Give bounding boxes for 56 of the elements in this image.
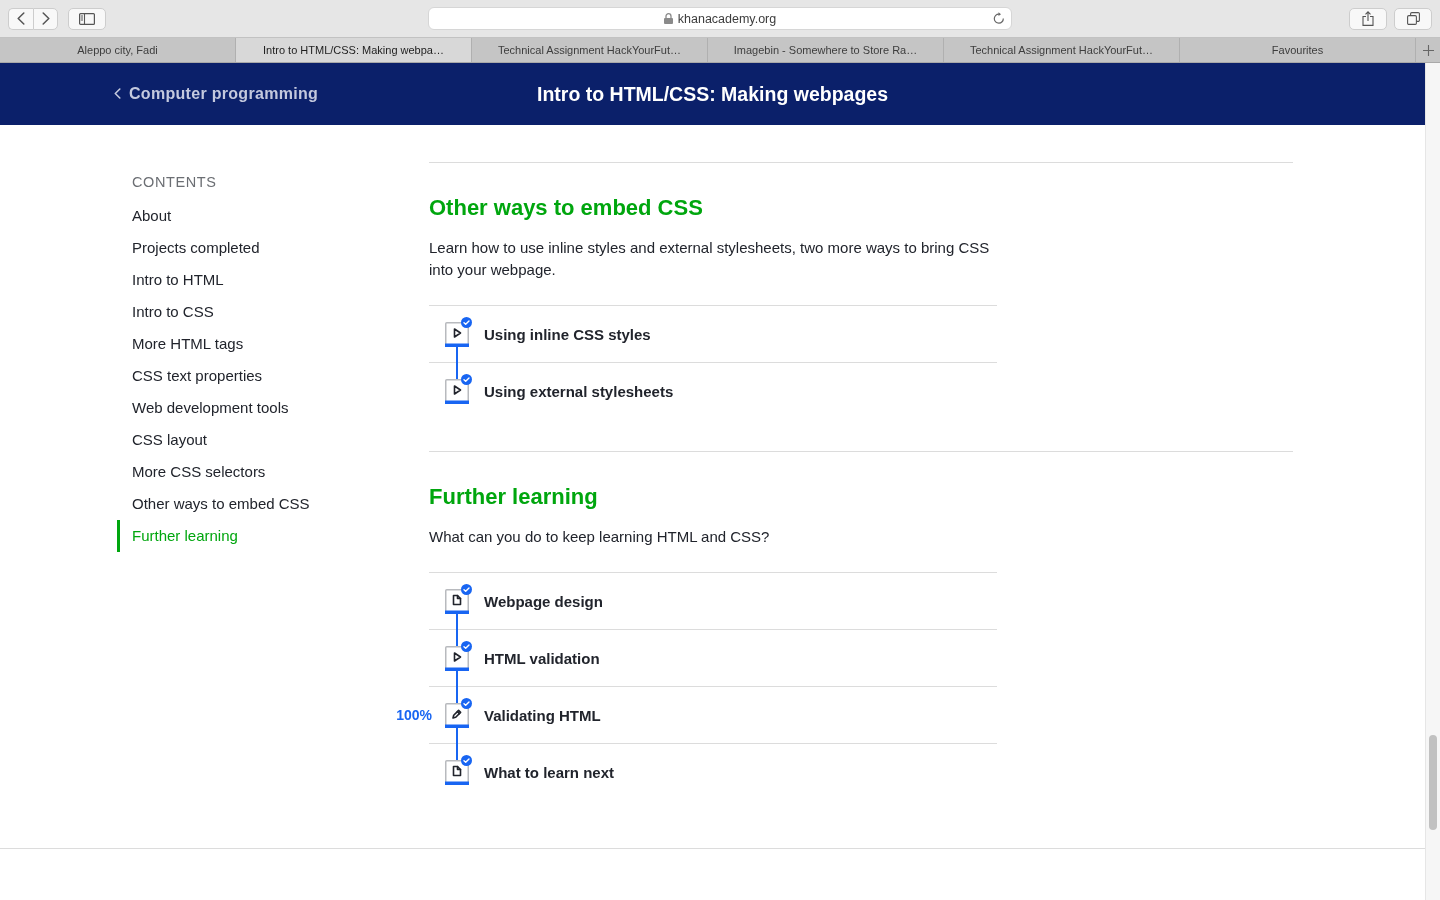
course-title: Intro to HTML/CSS: Making webpages	[537, 82, 888, 106]
lesson-link[interactable]: Validating HTML	[484, 706, 601, 724]
lesson-link[interactable]: HTML validation	[484, 649, 600, 667]
browser-tab[interactable]: Technical Assignment HackYourFut…	[472, 38, 708, 62]
lock-icon	[663, 13, 673, 24]
connector-line	[456, 613, 458, 646]
chevron-left-icon	[17, 12, 25, 25]
chevron-right-icon	[41, 12, 50, 25]
back-link[interactable]: Computer programming	[114, 84, 319, 103]
section-heading: Other ways to embed CSS	[429, 194, 704, 222]
contents-link[interactable]: Other ways to embed CSS	[117, 488, 310, 520]
contents-link[interactable]: More HTML tags	[117, 328, 244, 360]
reload-button[interactable]	[993, 12, 1005, 25]
contents-link[interactable]: More CSS selectors	[117, 456, 266, 488]
section-description: Learn how to use inline styles and external stylesheets, two more ways to bring CSS into your webpage.	[429, 238, 991, 280]
contents-link[interactable]: CSS layout	[117, 424, 208, 456]
back-button[interactable]	[8, 7, 33, 30]
lesson-link[interactable]: Webpage design	[484, 592, 603, 610]
play-icon	[445, 645, 469, 671]
document-icon	[445, 588, 469, 614]
connector-line	[456, 346, 458, 379]
sidebar-icon	[79, 12, 95, 25]
sidebar-button[interactable]	[68, 7, 106, 30]
reload-icon	[993, 12, 1005, 25]
contents-link[interactable]: CSS text properties	[117, 360, 263, 392]
contents-link[interactable]: Projects completed	[117, 232, 260, 264]
browser-tab[interactable]: Intro to HTML/CSS: Making webpa…	[236, 38, 472, 62]
pencil-icon	[445, 702, 469, 728]
play-icon	[445, 321, 469, 347]
lesson-link[interactable]: Using inline CSS styles	[484, 325, 651, 343]
section-heading: Further learning	[429, 483, 599, 511]
tabs-icon	[1406, 12, 1420, 25]
contents-link[interactable]: About	[117, 200, 172, 232]
lesson-link[interactable]: Using external stylesheets	[484, 382, 674, 400]
url-text: khanacademy.org	[677, 11, 777, 26]
address-field[interactable]: khanacademy.org	[428, 7, 1012, 30]
connector-line	[456, 670, 458, 703]
progress-percent: 100%	[396, 707, 432, 723]
contents-link[interactable]: Intro to HTML	[117, 264, 224, 296]
section-description: What can you do to keep learning HTML and CSS?	[429, 527, 771, 547]
tab-overview-button[interactable]	[1394, 7, 1432, 30]
share-icon	[1362, 11, 1374, 26]
scrollbar-thumb[interactable]	[1429, 735, 1437, 830]
document-icon	[445, 759, 469, 785]
share-button[interactable]	[1349, 7, 1387, 30]
browser-tab[interactable]: Technical Assignment HackYourFut…	[944, 38, 1180, 62]
play-icon	[445, 378, 469, 404]
forward-button[interactable]	[33, 7, 58, 30]
lesson-link[interactable]: What to learn next	[484, 763, 614, 781]
contents-link[interactable]: Web development tools	[117, 392, 289, 424]
plus-icon	[1422, 44, 1434, 56]
contents-link[interactable]: Intro to CSS	[117, 296, 214, 328]
chevron-left-icon	[114, 88, 121, 100]
browser-tab[interactable]: Imagebin - Somewhere to Store Ra…	[708, 38, 944, 62]
connector-line	[456, 727, 458, 760]
contents-heading: CONTENTS	[131, 173, 217, 192]
